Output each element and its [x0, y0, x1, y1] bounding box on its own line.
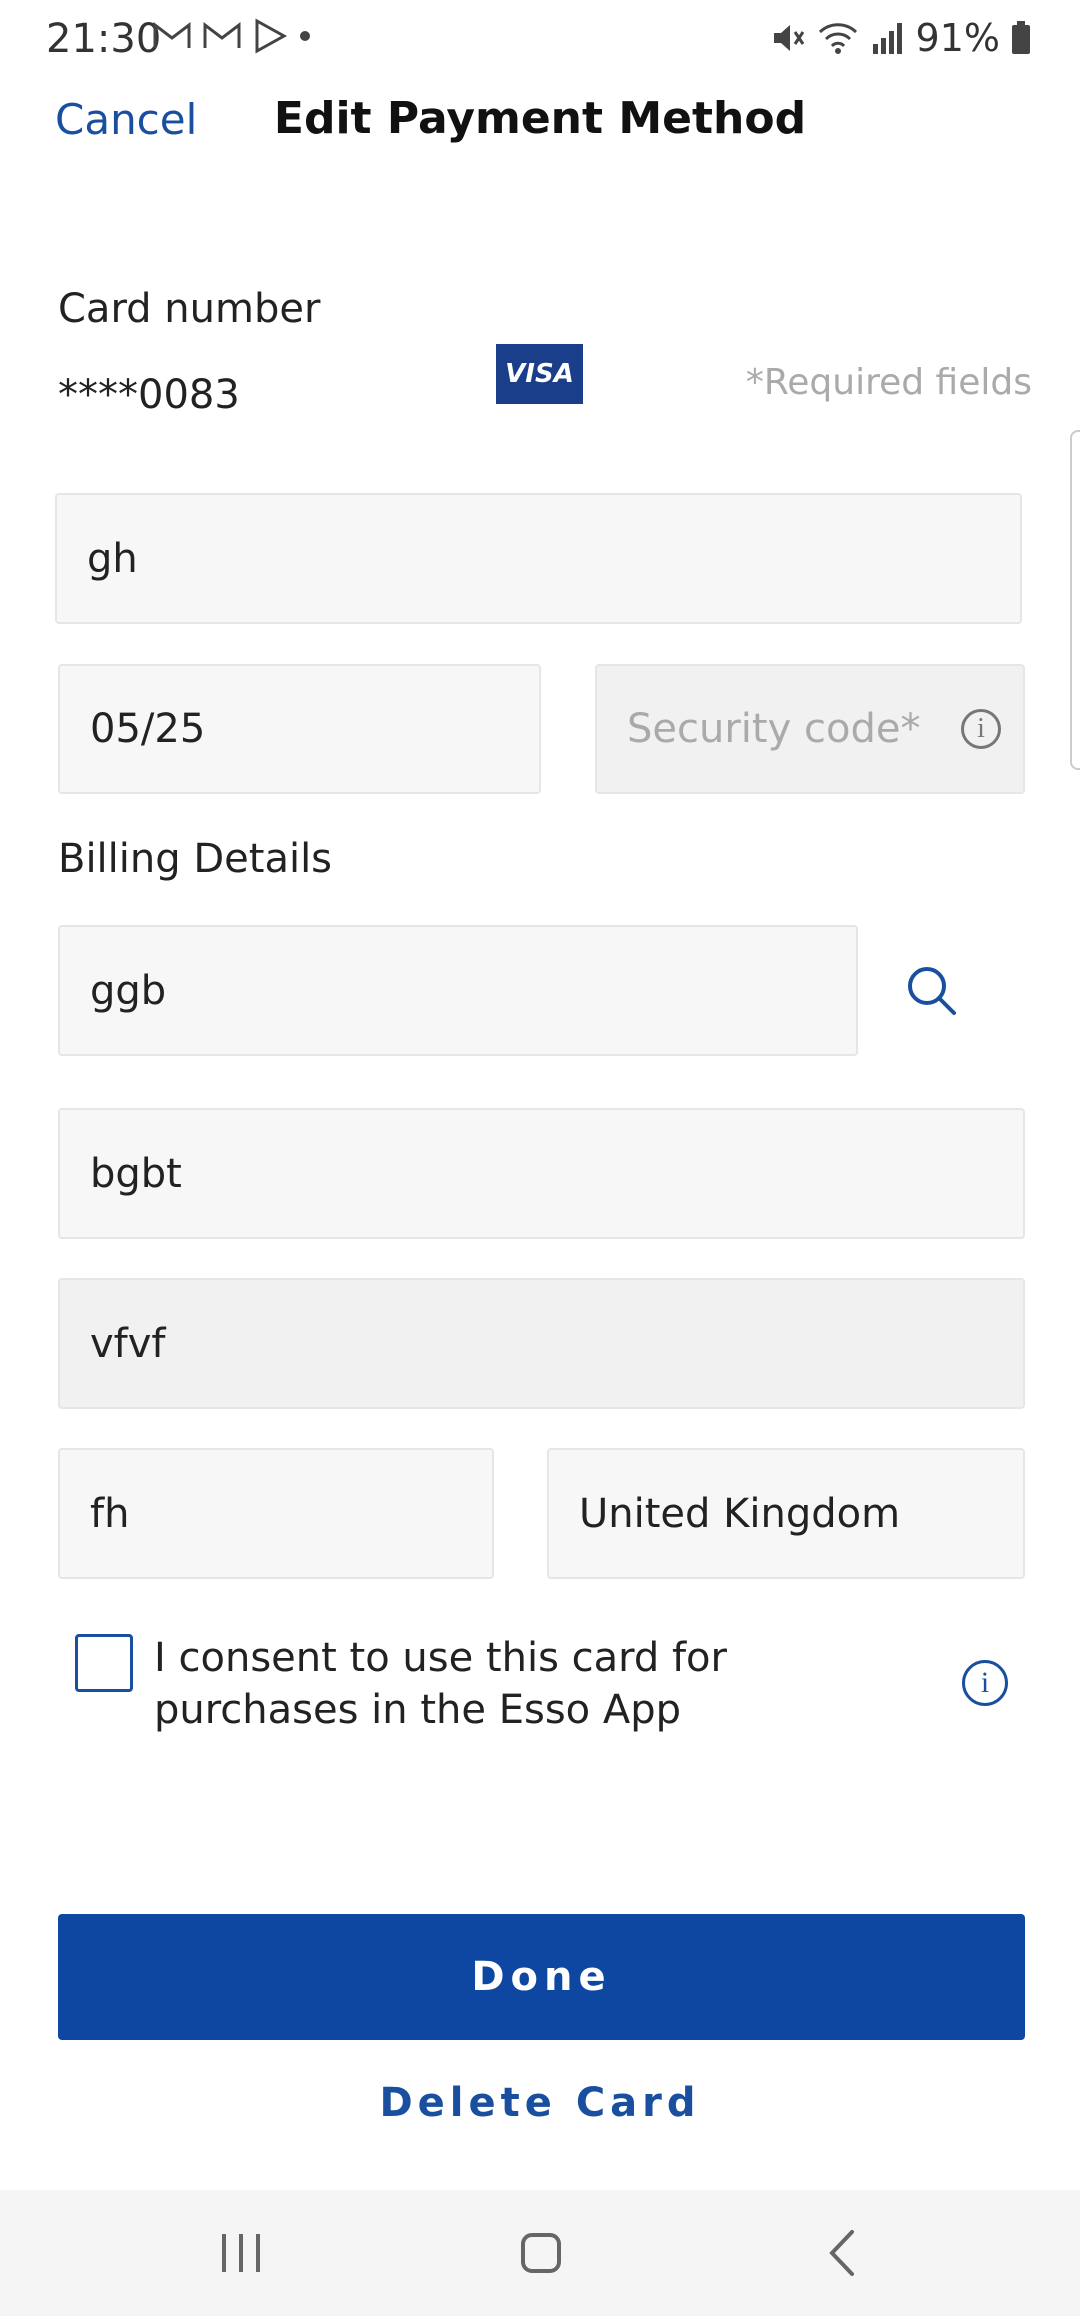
- notification-icons: [152, 18, 312, 54]
- billing-details-heading: Billing Details: [58, 836, 333, 882]
- card-number-label: Card number: [58, 286, 321, 332]
- expiry-date-field[interactable]: 05/25: [58, 664, 541, 794]
- wifi-icon: [818, 23, 857, 54]
- cardholder-name-field[interactable]: gh: [55, 493, 1022, 624]
- home-icon[interactable]: [518, 2228, 564, 2278]
- battery-percent: 91%: [915, 16, 1000, 60]
- scroll-handle[interactable]: [1070, 430, 1080, 770]
- search-icon[interactable]: [906, 965, 958, 1017]
- cardholder-name-value: gh: [87, 535, 138, 582]
- dot-icon: [300, 31, 310, 41]
- postcode-field[interactable]: fh: [58, 1448, 494, 1579]
- done-button[interactable]: Done: [58, 1914, 1025, 2040]
- address-line2-field[interactable]: vfvf: [58, 1278, 1025, 1409]
- address-line1-value: bgbt: [90, 1150, 182, 1197]
- postcode-value: fh: [90, 1490, 130, 1537]
- battery-icon: [1012, 21, 1030, 54]
- delete-card-button[interactable]: Delete Card: [0, 2080, 1080, 2126]
- signal-icon: [872, 23, 902, 54]
- country-value: United Kingdom: [579, 1490, 901, 1537]
- visa-logo: VISA: [496, 344, 583, 404]
- required-fields-note: *Required fields: [745, 362, 1032, 403]
- card-number-value: ****0083: [58, 372, 240, 418]
- back-icon[interactable]: [820, 2228, 866, 2278]
- consent-checkbox[interactable]: [75, 1634, 133, 1692]
- consent-info-icon[interactable]: i: [962, 1660, 1008, 1706]
- gmail-icon: [153, 21, 191, 48]
- gmail-icon: [203, 21, 241, 48]
- consent-text: I consent to use this card for purchases…: [154, 1635, 727, 1733]
- cancel-button[interactable]: Cancel: [55, 95, 197, 144]
- security-code-field[interactable]: Security code* i: [595, 664, 1025, 794]
- system-nav-bar: [0, 2190, 1080, 2316]
- country-field[interactable]: United Kingdom: [547, 1448, 1025, 1579]
- info-icon[interactable]: i: [961, 709, 1001, 749]
- address-line2-value: vfvf: [90, 1320, 166, 1367]
- address-search-field[interactable]: ggb: [58, 925, 858, 1056]
- security-code-placeholder: Security code*: [627, 706, 921, 752]
- expiry-date-value: 05/25: [90, 706, 206, 752]
- address-search-value: ggb: [90, 967, 167, 1014]
- play-store-icon: [255, 18, 288, 54]
- address-line1-field[interactable]: bgbt: [58, 1108, 1025, 1239]
- status-right: 91%: [770, 16, 1032, 60]
- mute-icon: [773, 25, 804, 51]
- recent-apps-icon[interactable]: [218, 2228, 264, 2278]
- status-time: 21:30: [46, 16, 162, 62]
